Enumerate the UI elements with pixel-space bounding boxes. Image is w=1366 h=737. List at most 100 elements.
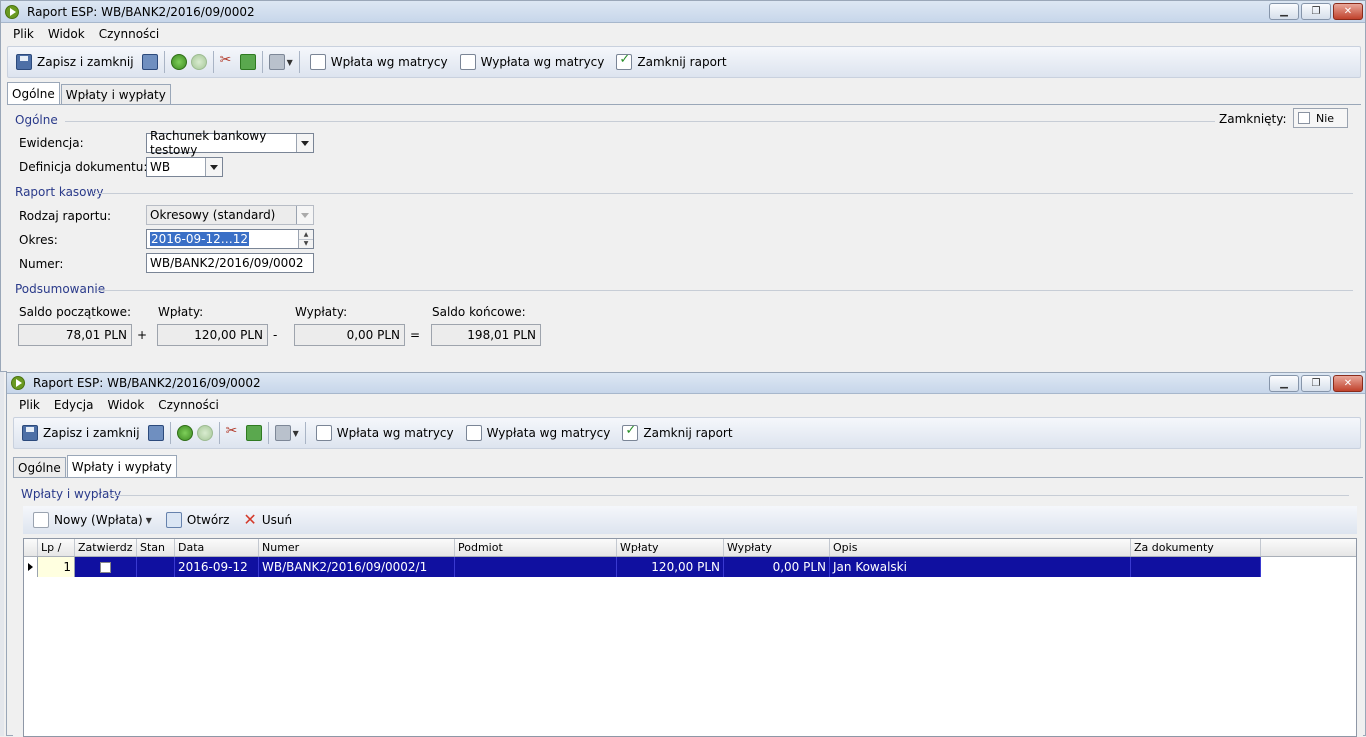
- col-za-dokumenty[interactable]: Za dokumenty: [1131, 539, 1261, 556]
- cell-wyplaty[interactable]: 0,00 PLN: [724, 557, 830, 577]
- minus-sign: -: [273, 328, 278, 342]
- spin-down-icon[interactable]: ▼: [299, 239, 313, 248]
- col-wyplaty[interactable]: Wypłaty: [724, 539, 830, 556]
- save-icon: [22, 425, 38, 441]
- minimize-button[interactable]: ▁: [1269, 375, 1299, 392]
- refresh-icon[interactable]: [239, 54, 256, 70]
- print-dropdown-icon[interactable]: ▼: [293, 429, 299, 438]
- report-window-payments: Raport ESP: WB/BANK2/2016/09/0002 ▁ ❐ ✕ …: [6, 372, 1366, 737]
- cell-opis[interactable]: Jan Kowalski: [830, 557, 1131, 577]
- tab-ogolne[interactable]: Ogólne: [13, 457, 66, 477]
- wyplata-matrix-button[interactable]: Wypłata wg matrycy: [456, 52, 609, 72]
- ewidencja-label: Ewidencja:: [19, 136, 84, 150]
- cell-stan[interactable]: [137, 557, 175, 577]
- chevron-down-icon[interactable]: [205, 158, 222, 176]
- zamkniety-label: Zamknięty:: [1219, 112, 1287, 126]
- col-data[interactable]: Data: [175, 539, 259, 556]
- rodzaj-select: Okresowy (standard): [146, 205, 314, 225]
- cell-za-dokumenty[interactable]: [1131, 557, 1261, 577]
- chevron-down-icon[interactable]: [296, 134, 313, 152]
- tab-ogolne[interactable]: Ogólne: [7, 82, 60, 104]
- forward-icon[interactable]: [190, 54, 207, 70]
- open-label: Otwórz: [186, 513, 230, 527]
- header-indicator: [24, 539, 38, 556]
- menu-czynnosci[interactable]: Czynności: [158, 398, 219, 412]
- menu-bar: Plik Widok Czynności: [1, 23, 1365, 44]
- save-close-button[interactable]: Zapisz i zamknij: [18, 423, 144, 443]
- restore-button[interactable]: ❐: [1301, 3, 1331, 20]
- tools-icon[interactable]: [226, 423, 242, 441]
- toolbar-separator: [163, 51, 165, 73]
- save-close-label: Zapisz i zamknij: [37, 55, 134, 69]
- close-button[interactable]: ✕: [1333, 375, 1363, 392]
- new-wplata-button[interactable]: Nowy (Wpłata) ▼: [29, 510, 156, 530]
- save-all-icon[interactable]: [141, 54, 158, 70]
- okres-input[interactable]: 2016-09-12…12 ▲ ▼: [146, 229, 314, 249]
- menu-widok[interactable]: Widok: [48, 27, 85, 41]
- menu-plik[interactable]: Plik: [19, 398, 40, 412]
- print-dropdown-icon[interactable]: ▼: [287, 58, 293, 67]
- minimize-button[interactable]: ▁: [1269, 3, 1299, 20]
- spin-up-icon[interactable]: ▲: [299, 230, 313, 240]
- close-report-button[interactable]: Zamknij raport: [618, 423, 736, 443]
- back-icon[interactable]: [176, 425, 193, 441]
- back-icon[interactable]: [170, 54, 187, 70]
- print-icon[interactable]: [268, 54, 285, 70]
- checkbox[interactable]: [100, 561, 111, 573]
- menu-czynnosci[interactable]: Czynności: [99, 27, 160, 41]
- wplaty-value: 120,00 PLN: [157, 324, 268, 346]
- col-opis[interactable]: Opis: [830, 539, 1131, 556]
- col-numer[interactable]: Numer: [259, 539, 455, 556]
- forward-icon[interactable]: [196, 425, 213, 441]
- table-row[interactable]: 1 2016-09-12 WB/BANK2/2016/09/0002/1 120…: [24, 557, 1356, 577]
- wplata-label: Wpłata wg matrycy: [336, 426, 454, 440]
- numer-input[interactable]: WB/BANK2/2016/09/0002: [146, 253, 314, 273]
- chevron-down-icon[interactable]: ▼: [146, 516, 152, 525]
- cell-data[interactable]: 2016-09-12: [175, 557, 259, 577]
- tab-wplaty-wyplaty[interactable]: Wpłaty i wypłaty: [66, 455, 177, 477]
- new-label: Nowy (Wpłata): [54, 513, 143, 527]
- wplata-matrix-button[interactable]: Wpłata wg matrycy: [312, 423, 458, 443]
- menu-bar: Plik Edycja Widok Czynności: [7, 394, 1365, 415]
- col-wplaty[interactable]: Wpłaty: [617, 539, 724, 556]
- cell-lp[interactable]: 1: [38, 557, 75, 577]
- cell-podmiot[interactable]: [455, 557, 617, 577]
- refresh-icon[interactable]: [245, 425, 262, 441]
- delete-button[interactable]: ✕ Usuń: [239, 511, 296, 529]
- col-lp[interactable]: Lp /: [38, 539, 75, 556]
- wplata-matrix-button[interactable]: Wpłata wg matrycy: [306, 52, 452, 72]
- tools-icon[interactable]: [220, 52, 236, 70]
- definicja-select[interactable]: WB: [146, 157, 223, 177]
- close-button[interactable]: ✕: [1333, 3, 1363, 20]
- save-all-icon[interactable]: [147, 425, 164, 441]
- ewidencja-value: Rachunek bankowy testowy: [150, 129, 267, 157]
- window-edge: [0, 372, 4, 736]
- delete-icon: ✕: [243, 510, 257, 529]
- general-panel: Ogólne Zamknięty: Nie Ewidencja: Rachune…: [7, 104, 1361, 372]
- print-icon[interactable]: [274, 425, 291, 441]
- open-button[interactable]: Otwórz: [162, 510, 234, 530]
- menu-edycja[interactable]: Edycja: [54, 398, 94, 412]
- row-indicator-icon: [24, 557, 38, 577]
- section-divider: [65, 121, 1215, 122]
- tab-wplaty-wyplaty[interactable]: Wpłaty i wypłaty: [60, 84, 171, 104]
- col-podmiot[interactable]: Podmiot: [455, 539, 617, 556]
- cell-numer[interactable]: WB/BANK2/2016/09/0002/1: [259, 557, 455, 577]
- menu-plik[interactable]: Plik: [13, 27, 34, 41]
- ewidencja-select[interactable]: Rachunek bankowy testowy: [146, 129, 314, 157]
- menu-widok[interactable]: Widok: [107, 398, 144, 412]
- okres-spinner[interactable]: ▲ ▼: [298, 230, 313, 248]
- payments-grid: Lp / Zatwierdz Stan Data Numer Podmiot W…: [23, 538, 1357, 737]
- col-zatwierdz[interactable]: Zatwierdz: [75, 539, 137, 556]
- cell-zatwierdz[interactable]: [75, 557, 137, 577]
- numer-value: WB/BANK2/2016/09/0002: [150, 256, 304, 270]
- col-stan[interactable]: Stan: [137, 539, 175, 556]
- wyplata-matrix-button[interactable]: Wypłata wg matrycy: [462, 423, 615, 443]
- close-report-button[interactable]: Zamknij raport: [612, 52, 730, 72]
- restore-button[interactable]: ❐: [1301, 375, 1331, 392]
- cell-wplaty[interactable]: 120,00 PLN: [617, 557, 724, 577]
- zamkniety-checkbox[interactable]: Nie: [1293, 108, 1348, 128]
- toolbar-separator: [267, 422, 269, 444]
- save-close-button[interactable]: Zapisz i zamknij: [12, 52, 138, 72]
- okres-label: Okres:: [19, 233, 58, 247]
